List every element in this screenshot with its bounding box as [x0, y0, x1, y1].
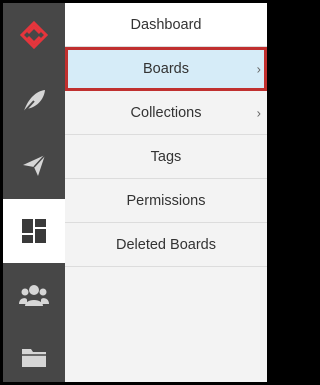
folder-icon — [22, 349, 46, 367]
feather-icon — [22, 90, 45, 114]
app-frame: Dashboard Boards › Collections › Tags Pe… — [3, 3, 267, 382]
chevron-right-icon: › — [256, 61, 261, 77]
submenu-panel: Dashboard Boards › Collections › Tags Pe… — [65, 3, 267, 382]
chevron-right-icon: › — [256, 105, 261, 120]
menu-item-label: Deleted Boards — [116, 236, 216, 253]
menu-item-label: Permissions — [126, 192, 206, 209]
logo-icon — [20, 21, 48, 49]
menu-header-dashboard[interactable]: Dashboard — [65, 3, 267, 47]
rail-item-dashboard[interactable] — [3, 199, 65, 263]
rail-item-folder[interactable] — [3, 325, 65, 382]
dashboard-icon — [22, 219, 46, 243]
menu-item-label: Tags — [150, 148, 182, 165]
menu-item-tags[interactable]: Tags — [65, 135, 267, 179]
rail-item-users[interactable] — [3, 263, 65, 327]
users-icon — [19, 285, 49, 306]
menu-item-deleted-boards[interactable]: Deleted Boards — [65, 223, 267, 267]
menu-header-label: Dashboard — [130, 16, 202, 33]
sidebar-rail — [3, 3, 65, 382]
rail-item-feather[interactable] — [3, 69, 65, 133]
send-icon — [23, 154, 46, 176]
menu-item-label: Collections — [130, 104, 202, 121]
logo-button[interactable] — [3, 3, 65, 67]
menu-item-boards[interactable]: Boards › — [65, 47, 267, 91]
rail-item-send[interactable] — [3, 133, 65, 197]
menu-item-permissions[interactable]: Permissions — [65, 179, 267, 223]
menu-item-collections[interactable]: Collections › — [65, 91, 267, 135]
menu-item-label: Boards — [143, 61, 189, 77]
